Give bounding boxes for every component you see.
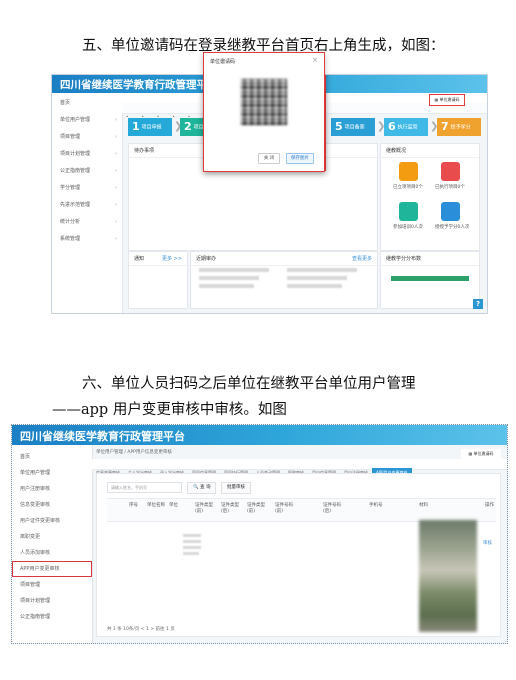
qr-code-overlay [241, 79, 287, 125]
chevron-icon: › [115, 117, 117, 123]
chevron-icon: › [115, 134, 117, 140]
column-header[interactable]: 证件类型(前) [195, 503, 219, 515]
invite-code-button[interactable]: ▦ 单位邀请码 [461, 449, 501, 459]
table-row: 审核 [107, 520, 496, 640]
column-header[interactable]: 材料 [419, 503, 443, 509]
close-icon[interactable]: × [312, 56, 318, 64]
search-input[interactable]: 请输入姓名、手机号 [107, 482, 182, 493]
step-number: 5 [335, 120, 343, 133]
step-label: 项目备案 [344, 124, 365, 131]
sidebar-item[interactable]: 系统管理 › [52, 231, 122, 248]
invite-code-dialog: 单位邀请码 × 关 闭 保存图片 [203, 52, 325, 172]
query-button[interactable]: 🔍 查 询 [187, 482, 217, 494]
column-header[interactable]: 操作 [485, 503, 507, 509]
sidebar-item[interactable]: 先进示范管理 › [52, 197, 122, 214]
sidebar: 首页 单位用户管理 用户注册审核 信息变更审核 用户证件变更审核 离职变更 人员添加审核 AP… [12, 445, 93, 643]
chevron-icon: › [115, 236, 117, 242]
dialog-title: 单位邀请码 [210, 59, 236, 65]
overview-icon [441, 162, 460, 181]
overview-icon [399, 202, 418, 221]
workflow-step[interactable]: 1 项目申报 [128, 118, 172, 136]
sidebar-item[interactable]: 用户注册审核 [12, 481, 92, 497]
tab-bar: 信息变更审核个人学分审核录入学分审核项目信息管理项目执行管理人员变动管理职称审核… [92, 459, 507, 478]
notice-more-link[interactable]: 更多 >> [162, 255, 182, 262]
app-banner: 四川省继续医学教育行政管理平台 [12, 425, 507, 445]
step-label: 项目申报 [141, 124, 162, 131]
invite-code-button[interactable]: ▦ 单位邀请码 [429, 94, 465, 106]
sidebar-item[interactable]: 项目计划管理 › [52, 146, 122, 163]
column-header[interactable]: 证件类型(前) [247, 503, 271, 515]
overview-label: 已立项项目0个 [393, 185, 423, 190]
sidebar-item[interactable]: 离职变更 [12, 529, 92, 545]
sidebar-item[interactable]: 项目管理 [12, 577, 92, 593]
overview-icon [399, 162, 418, 181]
sidebar-item[interactable]: 公正指南管理 › [52, 163, 122, 180]
approval-panel: 近期审办 查看更多 [190, 251, 378, 309]
material-photo[interactable] [419, 520, 477, 632]
app-title: 四川省继续医学教育行政管理平台 [20, 430, 185, 443]
column-header[interactable]: 手机号 [369, 503, 393, 509]
chevron-icon: › [115, 202, 117, 208]
column-header[interactable]: 单位 [169, 503, 193, 509]
column-header[interactable]: 证件号码(前) [275, 503, 299, 515]
overview-panel: 继教概况 已立项项目0个 已执行项目0个参加培训0人次 授授予学分0人次 [380, 143, 480, 251]
table-header: 序号 单位名称 单位 证件类型(前) 证件类型(后) 证件类型(前) 证件号码(前) 证件号码… [107, 498, 496, 522]
overview-title: 继教概况 [381, 144, 479, 158]
overview-label: 已执行项目0个 [435, 185, 465, 190]
overview-label: 参加培训0人次 [393, 225, 423, 230]
credit-panel: 继教学分分布数 [380, 251, 480, 309]
overview-icon [441, 202, 460, 221]
step-number: 7 [441, 120, 449, 133]
column-header[interactable]: 证件类型(后) [221, 503, 245, 515]
step-label: 执行监管 [397, 124, 418, 131]
sidebar-item[interactable]: 项目管理 › [52, 129, 122, 146]
sidebar-item[interactable]: 人员添加审核 [12, 545, 92, 561]
breadcrumb: 单位用户管理 / APP用户信息变更审核 [96, 450, 172, 455]
step-number: 6 [388, 120, 396, 133]
column-header[interactable]: 单位名称 [147, 503, 171, 509]
credit-title: 继教学分分布数 [381, 252, 479, 266]
sidebar-item[interactable]: 统计分析 › [52, 214, 122, 231]
chevron-icon: › [115, 219, 117, 225]
workflow-step[interactable]: 5 项目备案 [331, 118, 375, 136]
sidebar-item[interactable]: 用户证件变更审核 [12, 513, 92, 529]
sidebar-item[interactable]: 学分管理 › [52, 180, 122, 197]
sidebar-item[interactable]: 单位用户管理 › [52, 112, 122, 129]
chevron-icon: › [115, 185, 117, 191]
section6-heading-line1: 六、单位人员扫码之后单位在继教平台单位用户管理 [82, 376, 416, 392]
sidebar-item[interactable]: 信息变更审核 [12, 497, 92, 513]
dialog-close-button[interactable]: 关 闭 [258, 153, 280, 164]
sidebar-item[interactable]: 首页 [12, 449, 92, 465]
chevron-icon: › [115, 151, 117, 157]
chevron-icon: › [115, 168, 117, 174]
main-content: 请输入姓名、手机号 🔍 查 询 批量审核 序号 单位名称 单位 证件类型(前) 证件类型… [96, 473, 501, 637]
sidebar-item[interactable]: 首页 [52, 95, 122, 112]
workflow-step[interactable]: 6 执行监管 [384, 118, 428, 136]
sidebar-item[interactable]: 公正指南管理 [12, 609, 92, 625]
step-label: 授予学分 [450, 124, 471, 131]
workflow-step[interactable]: 7 授予学分 [437, 118, 481, 136]
approval-more-link[interactable]: 查看更多 [352, 255, 372, 262]
app-title: 四川省继续医学教育行政管理平台 [60, 79, 218, 91]
batch-audit-button[interactable]: 批量审核 [221, 482, 251, 494]
pagination[interactable]: 共 1 条 10条/页 < 1 > 前往 1 页 [107, 626, 175, 632]
sidebar-item[interactable]: 项目计划管理 [12, 593, 92, 609]
overview-label: 授授予学分0人次 [435, 225, 470, 230]
sidebar-item[interactable]: 单位用户管理 [12, 465, 92, 481]
step-number: 1 [132, 120, 140, 133]
sidebar-item-app-user-audit[interactable]: APP用户变更审核 [12, 561, 92, 577]
app-user-audit-screenshot: 四川省继续医学教育行政管理平台 ▦ 单位邀请码 首页 单位用户管理 用户注册审核 信息… [11, 424, 508, 644]
audit-link[interactable]: 审核 [483, 540, 492, 546]
notice-title: 通知 [134, 256, 145, 262]
column-header[interactable]: 证件号码(后) [323, 503, 347, 515]
approval-title: 近期审办 [196, 256, 217, 262]
sidebar: 首页 单位用户管理 › 项目管理 › 项目计划管理 › 公正指南管理 › 学分管理 › 先进示范管理 ›… [52, 93, 123, 313]
notice-panel: 通知 更多 >> [128, 251, 188, 309]
save-image-button[interactable]: 保存图片 [286, 153, 314, 164]
credit-bar [391, 276, 469, 281]
section6-heading-line2: ——app 用户变更审核中审核。如图 [52, 402, 287, 418]
step-number: 2 [184, 120, 192, 133]
help-icon[interactable]: ? [473, 299, 483, 309]
